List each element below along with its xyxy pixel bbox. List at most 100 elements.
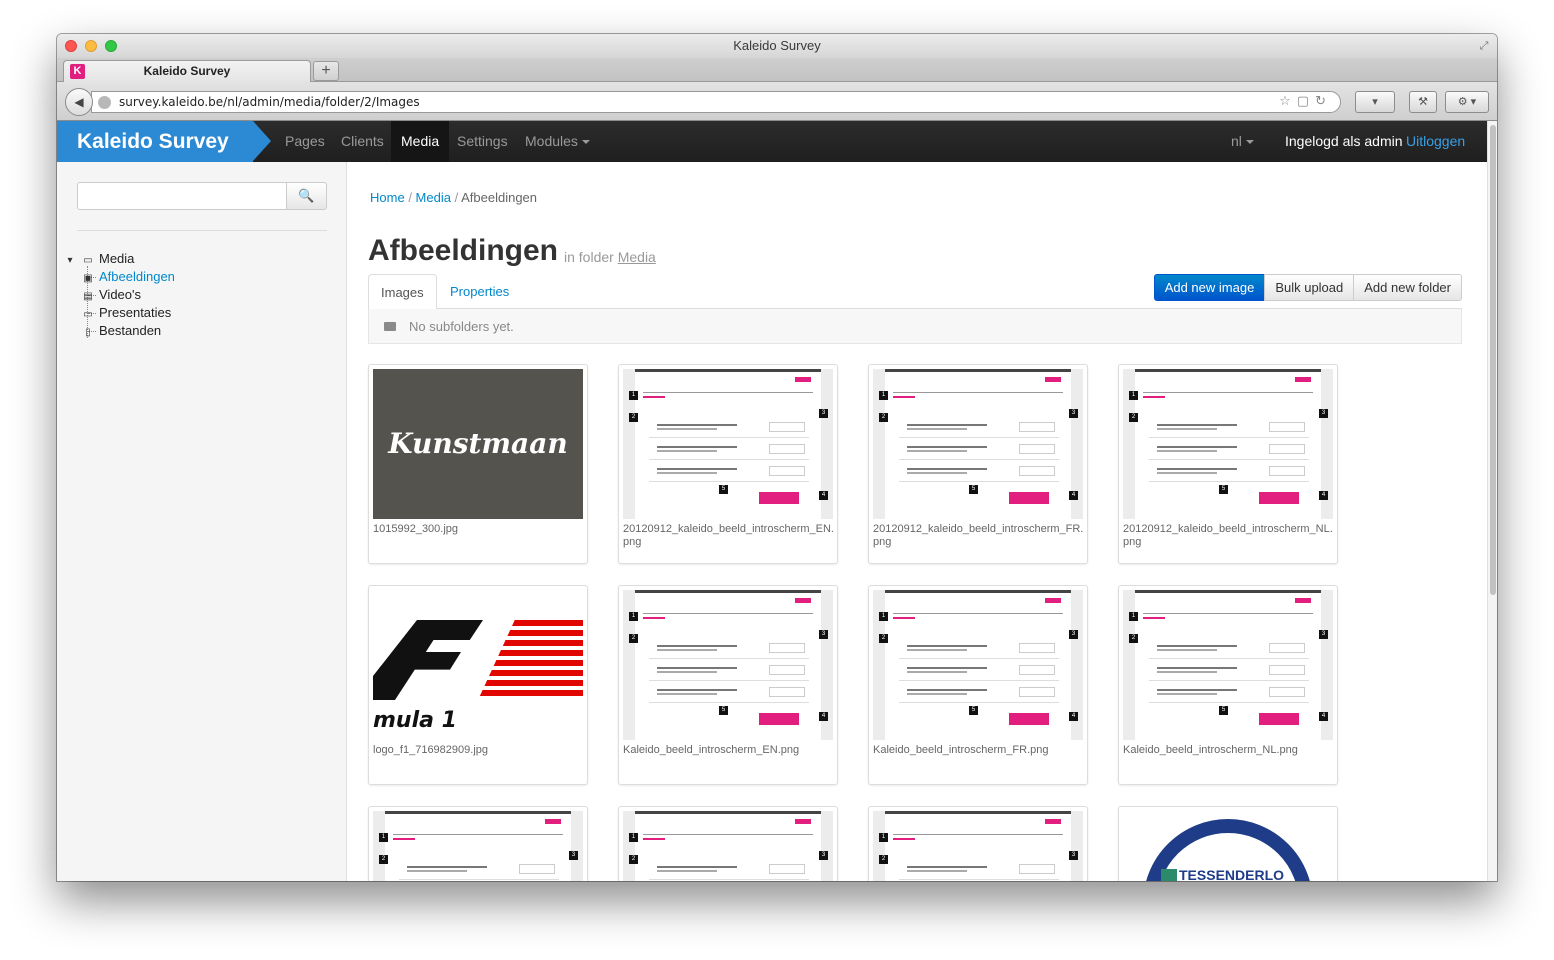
minimize-window-button[interactable]: [85, 40, 97, 52]
browser-tab[interactable]: K Kaleido Survey: [63, 60, 311, 82]
preview-options: [1019, 665, 1055, 675]
preview-question-line: [657, 689, 737, 691]
thumbnail-image[interactable]: 12345: [623, 590, 833, 740]
search-button[interactable]: 🔍: [286, 182, 327, 210]
preview-marker: 1: [1129, 612, 1138, 621]
breadcrumb-home[interactable]: Home: [370, 190, 405, 205]
back-button[interactable]: ◀: [65, 88, 93, 116]
preview-question-row: [899, 860, 1059, 880]
thumbnail-image[interactable]: TESSENDERLO: [1123, 811, 1333, 881]
bookmark-star-icon[interactable]: ☆: [1279, 94, 1297, 109]
thumbnail-image[interactable]: mula 1: [373, 590, 583, 740]
thumbnail-caption[interactable]: 1015992_300.jpg: [373, 523, 585, 536]
tree-item-presentaties[interactable]: ▭ Presentaties: [81, 304, 171, 322]
subtitle-prefix: in folder: [564, 249, 614, 265]
scrollbar-thumb[interactable]: [1490, 125, 1496, 595]
f1-logo-red: [478, 620, 583, 700]
thumbnail-image[interactable]: 12345: [623, 811, 833, 881]
preview-marker: 3: [1069, 851, 1078, 860]
gear-icon: ⚙ ▾: [1457, 96, 1477, 108]
language-dropdown[interactable]: nl: [1231, 121, 1254, 162]
reload-icon[interactable]: ↻: [1315, 94, 1332, 109]
logout-link[interactable]: Uitloggen: [1406, 121, 1465, 162]
screenshot-preview: 1 2 3 4 5: [1123, 369, 1333, 519]
preview-options: [769, 444, 805, 454]
thumbnail-image[interactable]: 12345: [623, 369, 833, 519]
thumbnail-caption[interactable]: 20120912_kaleido_beeld_introscherm_FR.pn…: [873, 523, 1085, 549]
preview-marker: 5: [1219, 706, 1228, 715]
nav-item-modules[interactable]: Modules: [515, 121, 600, 162]
thumbnail-image[interactable]: 12345: [873, 369, 1083, 519]
image-thumbnail[interactable]: 1 2 3 4 5 Kaleido_beeld_introscherm_FR.png: [868, 585, 1088, 785]
image-thumbnail[interactable]: 1 2 3 4 5 20120912_kaleido_beeld_introscherm_…: [618, 364, 838, 564]
thumbnail-caption[interactable]: Kaleido_beeld_introscherm_NL.png: [1123, 744, 1335, 757]
thumbnail-caption[interactable]: 20120912_kaleido_beeld_introscherm_NL.pn…: [1123, 523, 1335, 549]
image-thumbnail[interactable]: 1 2 3 4 5 20120912_kaleido_beeld_introscherm_…: [868, 364, 1088, 564]
preview-question-line: [407, 866, 487, 868]
preview-question-line: [657, 649, 717, 651]
preview-logo: [545, 819, 561, 824]
add-folder-button[interactable]: Add new folder: [1353, 274, 1462, 301]
preview-logo: [795, 598, 811, 603]
expand-icon[interactable]: ▾: [63, 252, 77, 270]
preview-marker: 2: [879, 634, 888, 643]
search-input[interactable]: [77, 182, 287, 210]
thumbnail-image[interactable]: 12345: [373, 811, 583, 881]
nav-item-pages[interactable]: Pages: [275, 121, 335, 162]
fullscreen-icon[interactable]: ⤢: [1477, 39, 1491, 53]
image-thumbnail[interactable]: 12345: [618, 806, 838, 881]
tree-item-media[interactable]: ▾ ▭ Media: [63, 250, 134, 268]
thumbnail-caption[interactable]: Kaleido_beeld_introscherm_EN.png: [623, 744, 835, 757]
nav-item-media[interactable]: Media: [391, 121, 450, 162]
thumbnail-image[interactable]: 12345: [873, 590, 1083, 740]
pocket-button[interactable]: ▾: [1355, 91, 1395, 113]
extensions-button[interactable]: ⚙ ▾: [1445, 91, 1489, 113]
preview-progress-fill: [643, 838, 665, 840]
tree-item-videos[interactable]: ▤ Video's: [81, 286, 141, 304]
image-thumbnail[interactable]: mula 1 logo_f1_716982909.jpg: [368, 585, 588, 785]
thumbnail-caption[interactable]: Kaleido_beeld_introscherm_FR.png: [873, 744, 1085, 757]
tools-button[interactable]: ⚒: [1409, 91, 1437, 113]
preview-logo: [1295, 377, 1311, 382]
zoom-window-button[interactable]: [105, 40, 117, 52]
image-thumbnail[interactable]: TESSENDERLO: [1118, 806, 1338, 881]
new-tab-button[interactable]: +: [313, 61, 339, 81]
bulk-upload-button[interactable]: Bulk upload: [1264, 274, 1355, 301]
image-thumbnail[interactable]: Kunstmaan 1015992_300.jpg: [368, 364, 588, 564]
preview-question-line: [657, 468, 737, 470]
brand-arrow: [253, 121, 271, 161]
thumbnail-image[interactable]: 12345: [1123, 369, 1333, 519]
thumbnail-caption[interactable]: 20120912_kaleido_beeld_introscherm_EN.pn…: [623, 523, 835, 549]
tree-item-bestanden[interactable]: ▯ Bestanden: [81, 322, 161, 340]
thumbnail-image[interactable]: 12345: [1123, 590, 1333, 740]
thumbnail-caption[interactable]: logo_f1_716982909.jpg: [373, 744, 585, 757]
image-thumbnail[interactable]: 12345: [868, 806, 1088, 881]
address-bar[interactable]: survey.kaleido.be/nl/admin/media/folder/…: [91, 91, 1341, 113]
breadcrumb-media[interactable]: Media: [416, 190, 451, 205]
preview-marker: 4: [1319, 712, 1328, 721]
tree-item-afbeeldingen[interactable]: ▣ Afbeeldingen: [81, 268, 175, 286]
tab-properties[interactable]: Properties: [438, 274, 521, 310]
image-thumbnail[interactable]: 1 2 3 4 5 20120912_kaleido_beeld_introscherm_…: [1118, 364, 1338, 564]
preview-marker: 1: [879, 391, 888, 400]
image-thumbnail[interactable]: 1 2 3 4 5 Kaleido_beeld_introscherm_EN.png: [618, 585, 838, 785]
thumbnail-image[interactable]: Kunstmaan: [373, 369, 583, 519]
nav-item-clients[interactable]: Clients: [331, 121, 394, 162]
image-thumbnail[interactable]: 12345: [368, 806, 588, 881]
thumbnail-image[interactable]: 12345: [873, 811, 1083, 881]
nav-item-settings[interactable]: Settings: [447, 121, 518, 162]
brand-logo[interactable]: Kaleido Survey: [57, 121, 253, 162]
image-thumbnail[interactable]: 1 2 3 4 5 Kaleido_beeld_introscherm_NL.png: [1118, 585, 1338, 785]
preview-question-line: [657, 671, 717, 673]
close-window-button[interactable]: [65, 40, 77, 52]
preview-marker: 2: [1129, 634, 1138, 643]
preview-question-line: [1157, 645, 1237, 647]
preview-question-row: [649, 860, 809, 880]
preview-question-line: [1157, 667, 1237, 669]
parent-folder-link[interactable]: Media: [618, 249, 656, 265]
add-image-button[interactable]: Add new image: [1153, 274, 1266, 301]
page-scrollbar[interactable]: [1487, 121, 1497, 881]
reader-icon[interactable]: ▢: [1297, 94, 1315, 109]
tab-images[interactable]: Images: [368, 274, 437, 310]
preview-question-line: [907, 667, 987, 669]
